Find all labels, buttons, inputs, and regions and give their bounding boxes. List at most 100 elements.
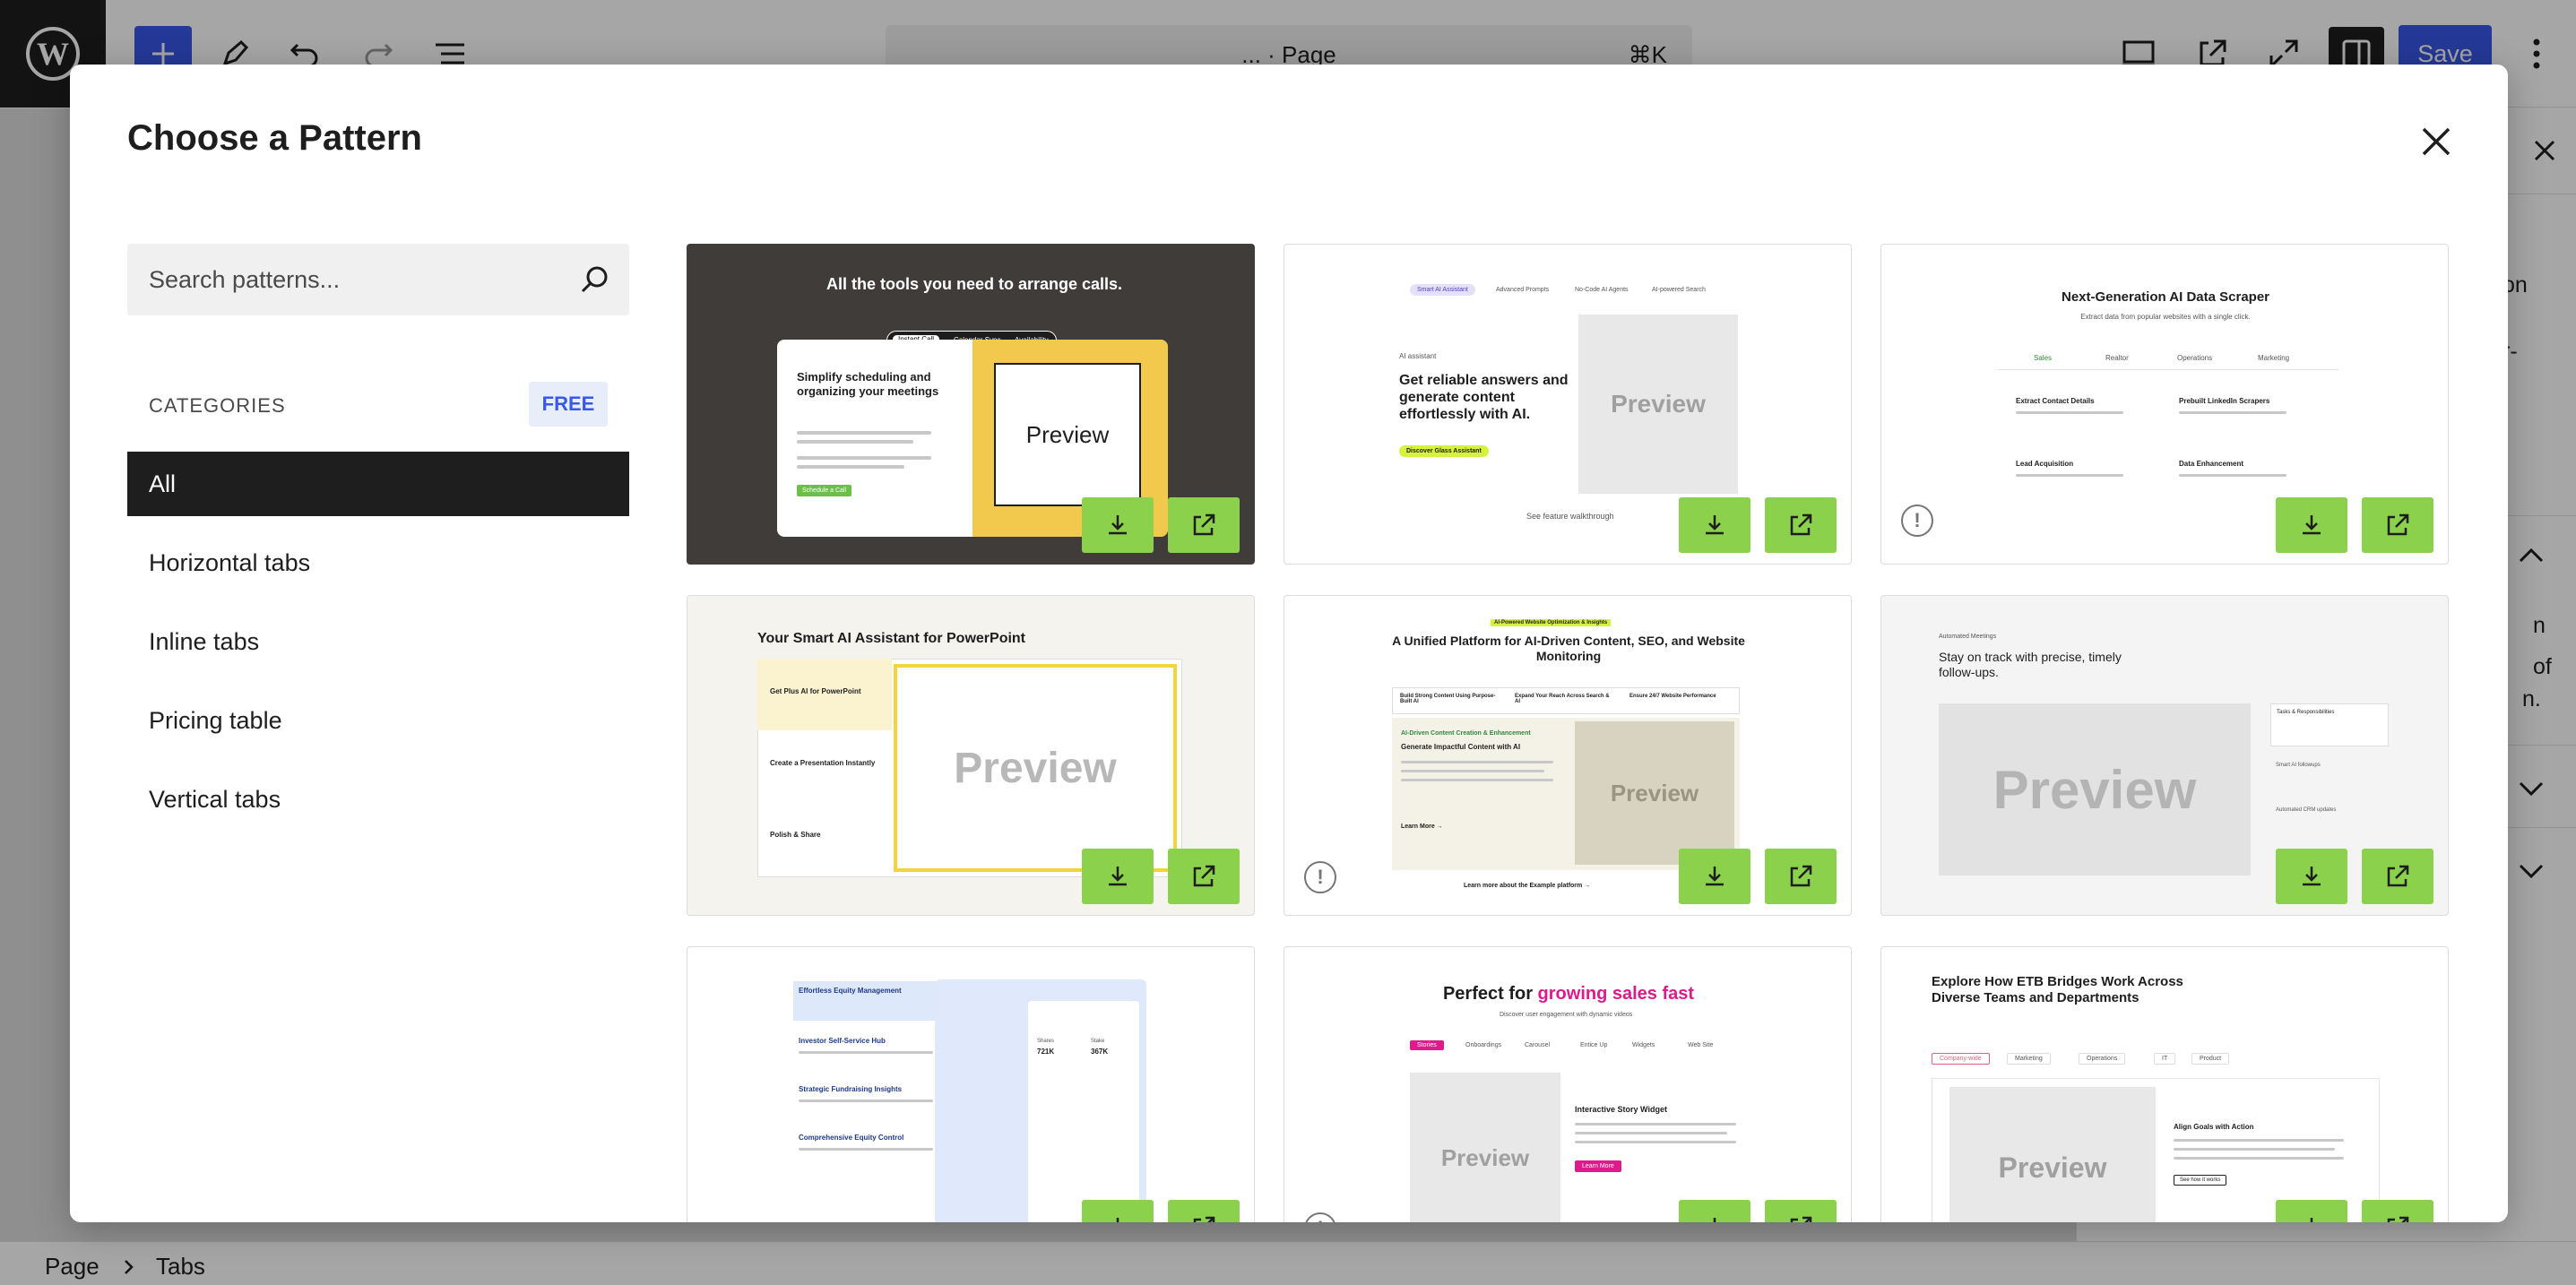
external-link-icon <box>2387 1216 2409 1222</box>
pattern-title: Perfect for growing sales fast <box>1338 983 1799 1005</box>
close-modal-button[interactable] <box>2409 115 2463 168</box>
open-pattern-button[interactable] <box>2362 497 2433 553</box>
pattern-tab: Onboardings <box>1465 1042 1502 1048</box>
pattern-widget-title: Interactive Story Widget <box>1575 1105 1667 1114</box>
pattern-stat-value: 721K <box>1037 1048 1055 1056</box>
pattern-title: Get reliable answers and generate conten… <box>1399 373 1569 423</box>
text-line <box>797 456 931 460</box>
pattern-tab: Operations <box>2177 354 2213 362</box>
text-line <box>1575 1123 1736 1125</box>
text-line <box>2174 1139 2344 1142</box>
preview-placeholder: Preview <box>1410 1073 1560 1222</box>
category-pricing-table[interactable]: Pricing table <box>127 688 629 753</box>
pattern-cta: Discover Glass Assistant <box>1399 445 1489 457</box>
download-pattern-button[interactable] <box>1082 497 1154 553</box>
pattern-tab: AI-powered Search <box>1652 287 1706 293</box>
pattern-item: Comprehensive Equity Control <box>799 1134 904 1142</box>
open-pattern-button[interactable] <box>2362 849 2433 904</box>
download-icon <box>1713 1218 1716 1222</box>
text-line <box>2174 1148 2335 1151</box>
pattern-footer-link: Learn more about the Example platform → <box>1464 883 1591 889</box>
pattern-card[interactable]: Your Smart AI Assistant for PowerPoint G… <box>687 595 1255 916</box>
download-icon <box>2310 1218 2313 1222</box>
free-badge[interactable]: FREE <box>529 382 608 427</box>
pattern-kicker: AI-Powered Website Optimization & Insigh… <box>1491 619 1612 626</box>
download-pattern-button[interactable] <box>1679 849 1750 904</box>
open-pattern-button[interactable] <box>1168 1200 1240 1222</box>
download-pattern-button[interactable] <box>1082 849 1154 904</box>
download-pattern-button[interactable] <box>1082 1200 1154 1222</box>
open-pattern-button[interactable] <box>1765 1200 1837 1222</box>
category-all[interactable]: All <box>127 452 629 516</box>
pattern-step: Create a Presentation Instantly <box>770 759 876 767</box>
pattern-tab: Sales <box>2034 354 2053 362</box>
pattern-tab: IT <box>2154 1053 2176 1065</box>
pattern-card[interactable]: Effortless Equity Management Investor Se… <box>687 946 1255 1222</box>
pattern-tab: Marketing <box>2007 1053 2051 1065</box>
pattern-cta: Learn More → <box>1401 824 1443 830</box>
pattern-card[interactable]: All the tools you need to arrange calls.… <box>687 244 1255 565</box>
pattern-cta: Schedule a Call <box>797 485 852 496</box>
pattern-tab: Product <box>2191 1053 2230 1065</box>
pattern-feature: Build Strong Content Using Purpose-Built… <box>1400 694 1496 704</box>
download-icon <box>1116 1218 1119 1222</box>
preview-placeholder: Preview <box>994 363 1141 506</box>
pattern-item: Effortless Equity Management <box>799 987 902 995</box>
text-line <box>1575 1141 1736 1143</box>
open-pattern-button[interactable] <box>1168 497 1240 553</box>
text-line <box>1575 1132 1727 1134</box>
download-pattern-button[interactable] <box>1679 497 1750 553</box>
download-pattern-button[interactable] <box>2276 849 2347 904</box>
open-pattern-button[interactable] <box>1168 849 1240 904</box>
pattern-tab: Operations <box>2079 1053 2126 1065</box>
category-vertical-tabs[interactable]: Vertical tabs <box>127 767 629 832</box>
external-link-icon <box>2387 513 2409 536</box>
category-horizontal-tabs[interactable]: Horizontal tabs <box>127 530 629 595</box>
open-pattern-button[interactable] <box>1765 849 1837 904</box>
pattern-tab: Carousel <box>1525 1042 1551 1048</box>
pattern-tab: Entice Up <box>1580 1042 1608 1048</box>
open-pattern-button[interactable] <box>1765 497 1837 553</box>
download-icon <box>2303 867 2321 886</box>
download-icon <box>1706 867 1724 886</box>
pattern-card[interactable]: Explore How ETB Bridges Work Across Dive… <box>1880 946 2449 1222</box>
pattern-cta: See how it works <box>2174 1175 2227 1186</box>
text-line <box>799 1148 933 1151</box>
pattern-side-item: Automated CRM updates <box>2276 807 2337 813</box>
pattern-dashboard-panel <box>1028 1001 1139 1222</box>
download-pattern-button[interactable] <box>2276 1200 2347 1222</box>
pattern-title-highlight: growing sales fast <box>1537 984 1695 1004</box>
pattern-title: Stay on track with precise, timely follo… <box>1939 650 2122 679</box>
search-input[interactable] <box>149 244 561 315</box>
search-patterns-field[interactable] <box>127 244 629 315</box>
category-inline-tabs[interactable]: Inline tabs <box>127 609 629 674</box>
pattern-card[interactable]: Automated Meetings Stay on track with pr… <box>1880 595 2449 916</box>
pattern-card[interactable]: AI-Powered Website Optimization & Insigh… <box>1284 595 1852 916</box>
pattern-title: Explore How ETB Bridges Work Across Dive… <box>1932 974 2183 1005</box>
download-icon <box>1109 515 1127 535</box>
categories-heading: CATEGORIES <box>149 394 286 417</box>
text-line <box>799 1100 933 1102</box>
preview-placeholder: Preview <box>1575 721 1734 865</box>
search-icon[interactable] <box>579 263 611 296</box>
pattern-card[interactable]: Smart AI Assistant Advanced Prompts No-C… <box>1284 244 1852 565</box>
pattern-stat-label: Shares <box>1037 1039 1055 1044</box>
warning-icon: ! <box>1901 505 1933 537</box>
external-link-icon <box>1193 513 1215 536</box>
pattern-card[interactable]: Perfect for growing sales fast Discover … <box>1284 946 1852 1222</box>
text-line <box>2179 474 2286 477</box>
text-line <box>1401 779 1553 781</box>
text-line <box>2016 411 2123 414</box>
pattern-subtitle: Simplify scheduling and organizing your … <box>797 370 939 398</box>
open-pattern-button[interactable] <box>2362 1200 2433 1222</box>
download-pattern-button[interactable] <box>1679 1200 1750 1222</box>
preview-placeholder: Preview <box>1578 315 1738 494</box>
preview-placeholder: Preview <box>1949 1087 2156 1222</box>
preview-placeholder: Preview <box>894 664 1177 872</box>
download-pattern-button[interactable] <box>2276 497 2347 553</box>
pattern-stat-value: 367K <box>1091 1048 1109 1056</box>
pattern-tab: Realtor <box>2105 354 2129 362</box>
pattern-card[interactable]: Next-Generation AI Data Scraper Extract … <box>1880 244 2449 565</box>
text-line <box>2174 1157 2344 1160</box>
pattern-title: Next-Generation AI Data Scraper <box>2061 289 2270 305</box>
